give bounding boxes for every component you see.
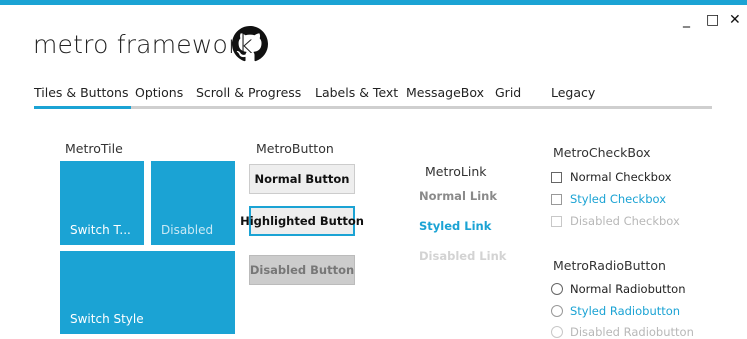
tile-switch-theme[interactable]: Switch T...: [60, 161, 144, 245]
tab-legacy[interactable]: Legacy: [551, 85, 595, 100]
close-button[interactable]: ✕: [729, 13, 741, 27]
checkbox-text: Styled Checkbox: [570, 192, 667, 206]
radio-circle[interactable]: [551, 283, 563, 295]
radio-text: Normal Radiobutton: [570, 282, 686, 296]
radio-circle: [551, 326, 563, 338]
maximize-button[interactable]: □: [706, 13, 719, 27]
normal-link[interactable]: Normal Link: [419, 189, 497, 203]
disabled-checkbox: Disabled Checkbox: [551, 214, 680, 228]
radio-circle[interactable]: [551, 305, 563, 317]
tile-disabled: Disabled: [151, 161, 235, 245]
highlighted-button[interactable]: Highlighted Button: [240, 206, 364, 236]
tab-scroll-progress[interactable]: Scroll & Progress: [196, 85, 301, 100]
minimize-button[interactable]: _: [683, 13, 690, 27]
tab-messagebox[interactable]: MessageBox: [406, 85, 484, 100]
tab-grid[interactable]: Grid: [495, 85, 521, 100]
tab-tiles-buttons[interactable]: Tiles & Buttons: [34, 85, 128, 100]
metrobutton-label: MetroButton: [256, 141, 334, 156]
tab-active-indicator: [34, 106, 131, 109]
checkbox-box[interactable]: [551, 193, 562, 205]
tile-label: Switch Style: [70, 312, 144, 326]
metrolink-label: MetroLink: [425, 164, 487, 179]
checkbox-box[interactable]: [551, 171, 562, 183]
styled-radiobutton[interactable]: Styled Radiobutton: [551, 304, 680, 318]
tab-underline: [34, 106, 712, 109]
styled-checkbox[interactable]: Styled Checkbox: [551, 192, 666, 206]
disabled-link: Disabled Link: [419, 249, 507, 263]
window-title: metro framework: [33, 30, 254, 59]
checkbox-text: Disabled Checkbox: [570, 214, 680, 228]
metrotile-label: MetroTile: [65, 141, 123, 156]
window-accent-bar: [0, 0, 747, 5]
normal-radiobutton[interactable]: Normal Radiobutton: [551, 282, 686, 296]
tile-label: Switch T...: [70, 223, 131, 237]
disabled-radiobutton: Disabled Radiobutton: [551, 325, 694, 339]
tile-label: Disabled: [161, 223, 214, 237]
tab-options[interactable]: Options: [135, 85, 183, 100]
radio-text: Disabled Radiobutton: [570, 325, 694, 339]
radio-text: Styled Radiobutton: [570, 304, 681, 318]
tile-switch-style[interactable]: Switch Style: [60, 251, 235, 334]
disabled-button: Disabled Button: [249, 255, 355, 285]
metrocheckbox-label: MetroCheckBox: [553, 145, 651, 160]
metroradiobutton-label: MetroRadioButton: [553, 258, 666, 273]
checkbox-box: [551, 215, 562, 227]
tab-labels-text[interactable]: Labels & Text: [315, 85, 398, 100]
normal-checkbox[interactable]: Normal Checkbox: [551, 170, 671, 184]
checkbox-text: Normal Checkbox: [570, 170, 672, 184]
github-icon[interactable]: [232, 26, 268, 62]
styled-link[interactable]: Styled Link: [419, 219, 491, 233]
normal-button[interactable]: Normal Button: [249, 164, 355, 194]
